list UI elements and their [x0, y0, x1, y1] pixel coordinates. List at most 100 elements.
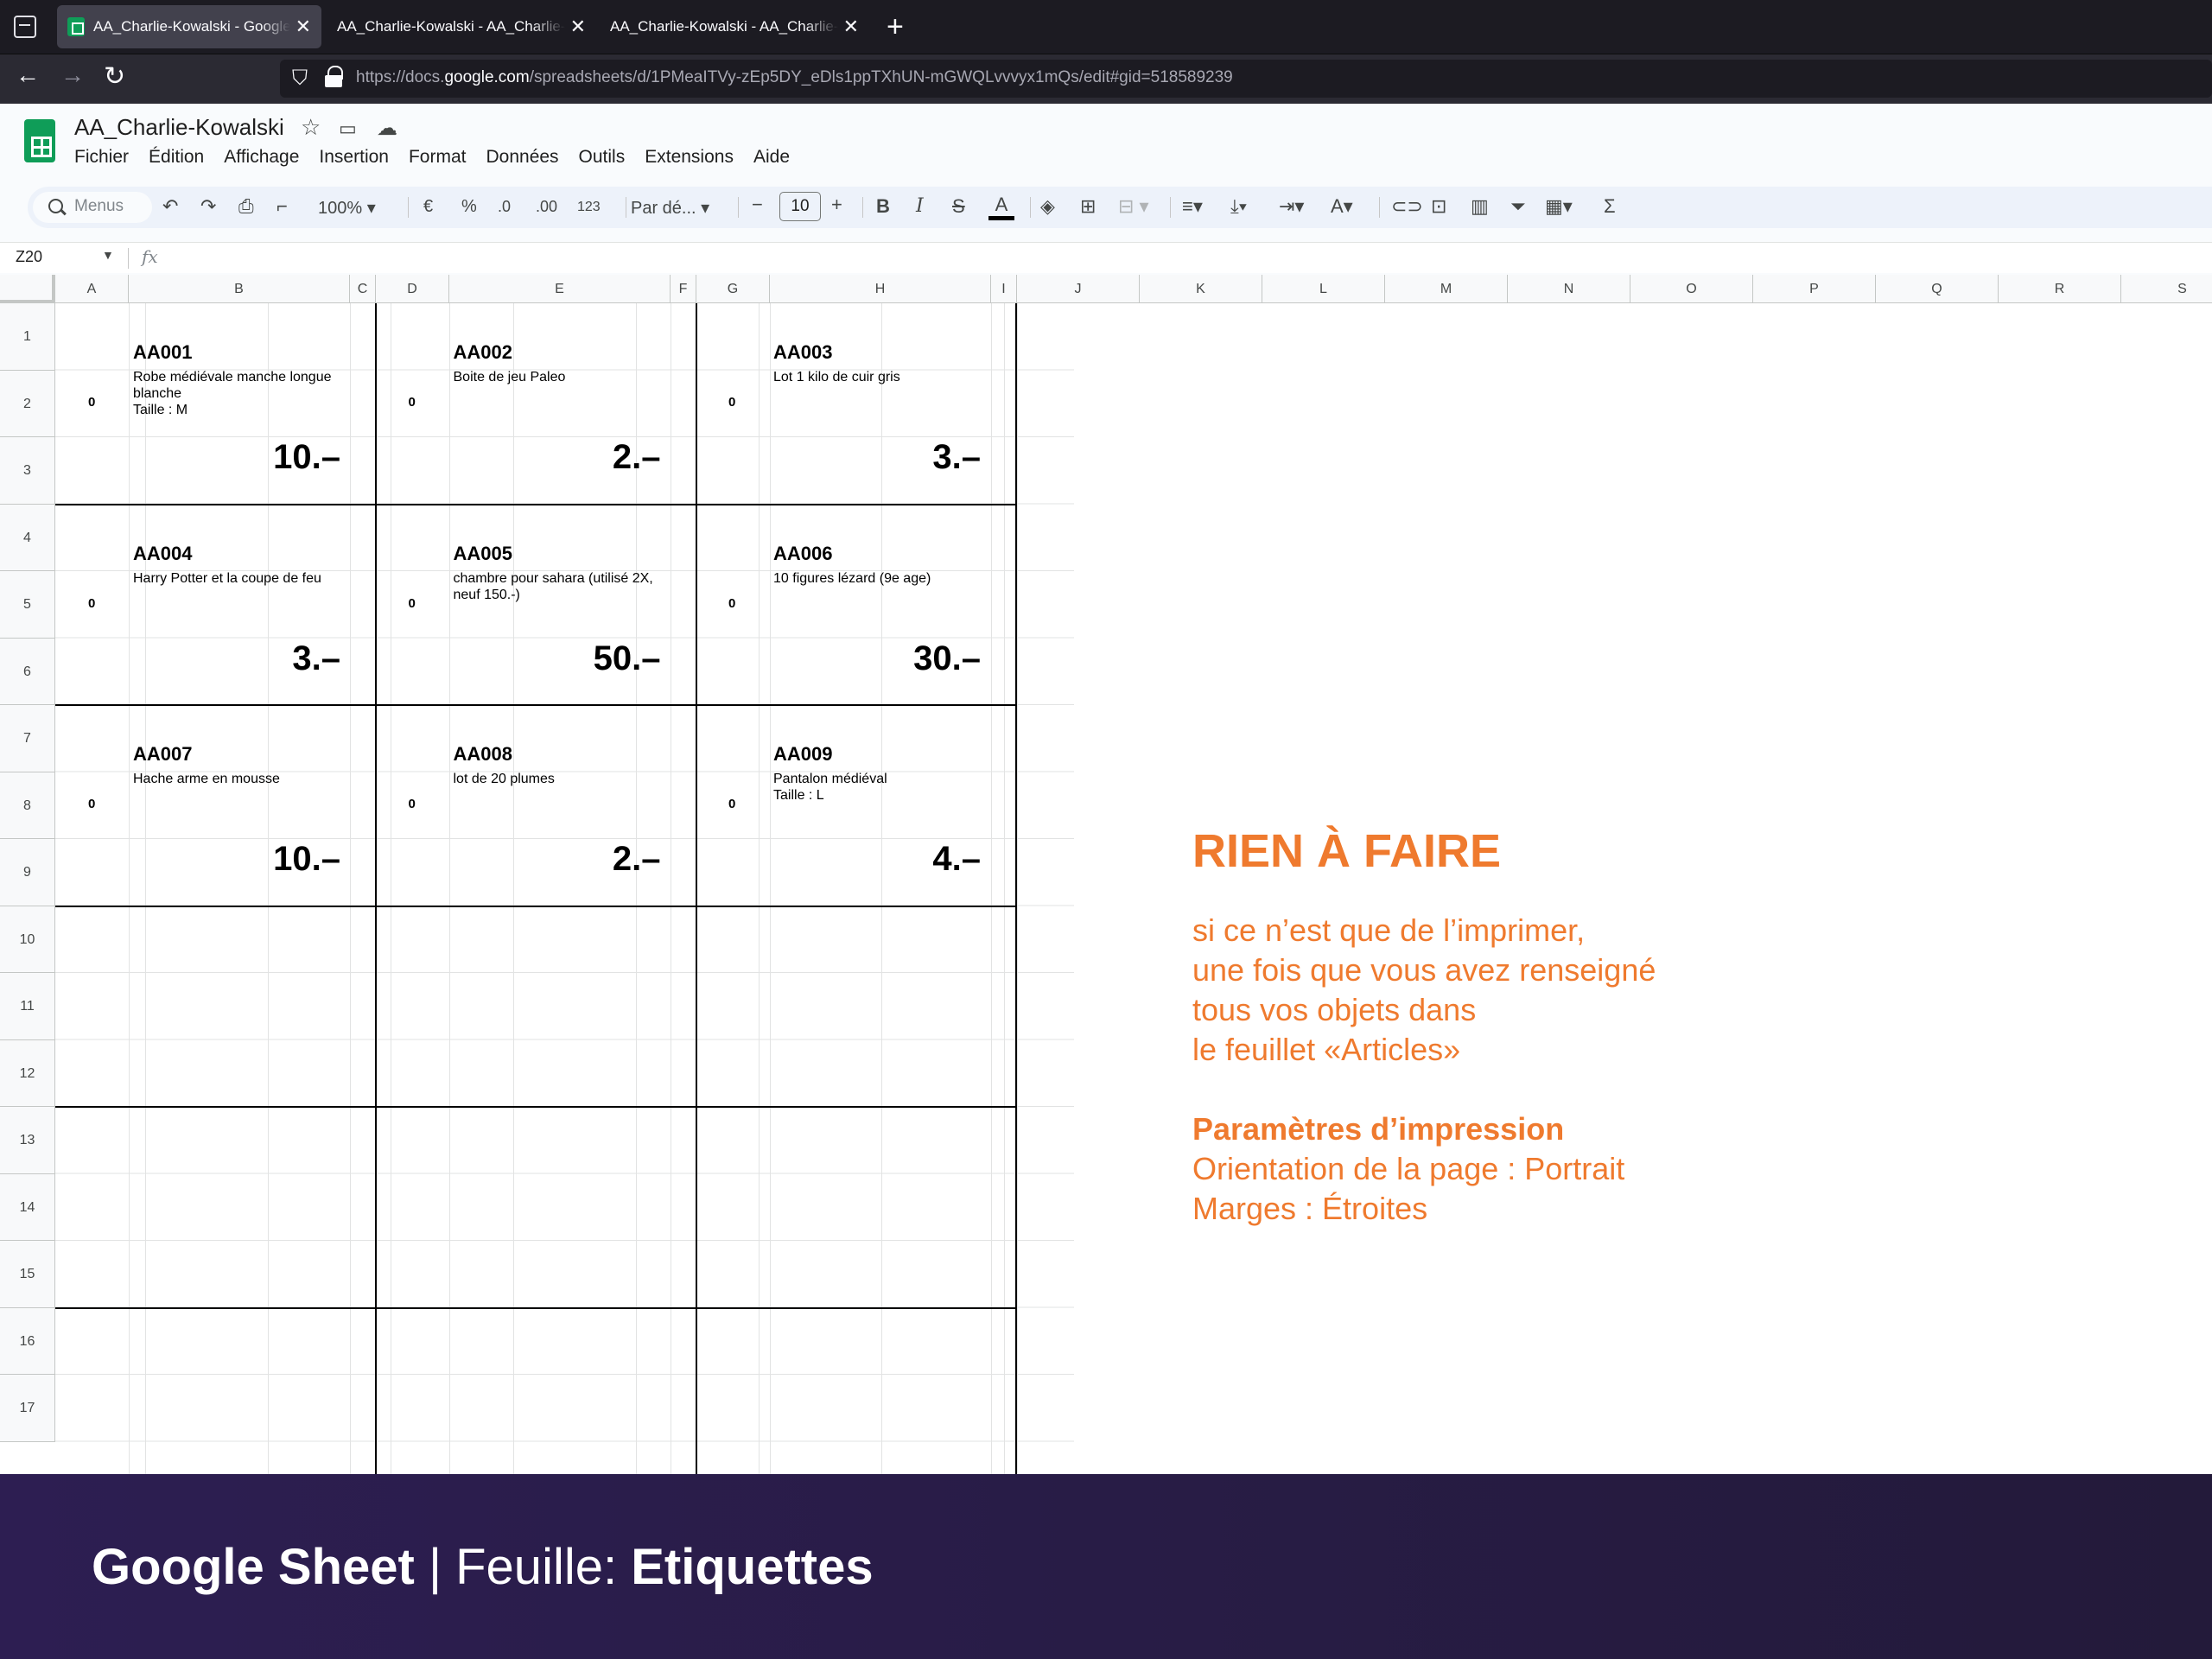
undo-icon[interactable]: ↶ [162, 195, 178, 218]
cloud-status-icon[interactable]: ☁ [377, 116, 397, 141]
column-header-s[interactable]: S [2121, 275, 2212, 303]
close-tab-icon[interactable]: ✕ [843, 17, 859, 36]
font-select[interactable]: Par dé... ▾ [631, 197, 709, 219]
paint-format-icon[interactable]: ⌐ [276, 195, 288, 218]
row-header-7[interactable]: 7 [0, 705, 54, 772]
row-header-5[interactable]: 5 [0, 571, 54, 639]
spreadsheet-grid[interactable]: ABCDEFGHIJKLMNOPQRS 1 2 3 4 5 6 7 8 9 10 11 12 13 14 1… [0, 275, 2212, 1474]
menu-outils[interactable]: Outils [579, 147, 626, 168]
shield-icon[interactable]: ⛉ [292, 67, 308, 91]
document-title[interactable]: AA_Charlie-Kowalski [74, 114, 284, 141]
label-card[interactable]: AA006 10 figures lézard (9e age) 0 30.– [696, 505, 1015, 705]
menu-edition[interactable]: Édition [149, 147, 204, 168]
horizontal-align-icon[interactable]: ≡▾ [1182, 195, 1203, 218]
row-header-13[interactable]: 13 [0, 1107, 54, 1174]
column-header-p[interactable]: P [1753, 275, 1876, 303]
currency-format-button[interactable]: € [423, 197, 433, 217]
star-icon[interactable]: ☆ [301, 114, 321, 141]
zoom-select[interactable]: 100% ▾ [318, 197, 376, 219]
functions-icon[interactable]: Σ [1604, 195, 1616, 218]
column-header-e[interactable]: E [449, 275, 671, 303]
label-card[interactable]: AA001 Robe médiévale manche longue blanch… [55, 303, 375, 504]
browser-tab-3[interactable]: AA_Charlie-Kowalski - AA_Charlie-Kowalsk… [600, 5, 869, 48]
row-header-15[interactable]: 15 [0, 1241, 54, 1308]
menu-insertion[interactable]: Insertion [319, 147, 389, 168]
column-header-m[interactable]: M [1385, 275, 1508, 303]
label-card[interactable]: AA002 Boite de jeu Paleo 0 2.– [376, 303, 696, 504]
column-header-d[interactable]: D [376, 275, 449, 303]
row-header-11[interactable]: 11 [0, 973, 54, 1040]
text-rotation-icon[interactable]: A▾ [1331, 195, 1353, 218]
filter-icon[interactable]: ⏷ [1510, 195, 1526, 218]
insert-comment-icon[interactable]: ⊡ [1431, 195, 1446, 218]
browser-tab-1[interactable]: AA_Charlie-Kowalski - Google Sheets ✕ [57, 5, 321, 48]
row-header-3[interactable]: 3 [0, 437, 54, 505]
move-folder-icon[interactable]: ▭ [339, 118, 357, 140]
decrease-font-size-button[interactable]: − [752, 194, 763, 216]
percent-format-button[interactable]: % [461, 197, 477, 217]
strikethrough-button[interactable]: S [952, 195, 965, 218]
new-tab-button[interactable]: + [887, 12, 904, 41]
font-size-input[interactable]: 10 [779, 192, 821, 221]
print-icon[interactable]: ⎙ [238, 195, 254, 218]
filter-views-icon[interactable]: ▦▾ [1545, 195, 1573, 218]
column-header-h[interactable]: H [770, 275, 991, 303]
fill-color-icon[interactable]: ◈ [1040, 195, 1055, 218]
row-header-10[interactable]: 10 [0, 906, 54, 973]
row-header-9[interactable]: 9 [0, 839, 54, 906]
column-header-l[interactable]: L [1262, 275, 1385, 303]
text-wrap-icon[interactable]: ⇥▾ [1279, 195, 1304, 218]
label-card[interactable]: AA004 Harry Potter et la coupe de feu 0 3.– [55, 505, 375, 705]
number-format-button[interactable]: 123 [577, 200, 601, 215]
row-header-17[interactable]: 17 [0, 1375, 54, 1442]
select-all-corner[interactable] [0, 275, 55, 303]
italic-button[interactable]: I [916, 195, 924, 217]
borders-icon[interactable]: ⊞ [1080, 195, 1096, 218]
increase-font-size-button[interactable]: + [831, 194, 842, 216]
vertical-align-icon[interactable]: ⤓▾ [1230, 195, 1247, 218]
lock-icon[interactable] [325, 66, 343, 88]
row-header-1[interactable]: 1 [0, 303, 54, 371]
column-header-o[interactable]: O [1630, 275, 1753, 303]
bold-button[interactable]: B [876, 195, 890, 218]
column-header-n[interactable]: N [1508, 275, 1630, 303]
decrease-decimal-button[interactable]: .0 [498, 198, 511, 216]
menu-aide[interactable]: Aide [753, 147, 790, 168]
column-header-g[interactable]: G [696, 275, 770, 303]
column-header-c[interactable]: C [350, 275, 376, 303]
row-header-4[interactable]: 4 [0, 505, 54, 571]
row-header-16[interactable]: 16 [0, 1308, 54, 1375]
increase-decimal-button[interactable]: .00 [536, 198, 557, 216]
reload-icon[interactable]: ↻ [104, 61, 125, 92]
label-card[interactable]: AA007 Hache arme en mousse 0 10.– [55, 705, 375, 906]
menus-search-input[interactable]: Menus [33, 192, 152, 223]
row-header-2[interactable]: 2 [0, 371, 54, 437]
column-header-q[interactable]: Q [1876, 275, 1999, 303]
browser-tab-2[interactable]: AA_Charlie-Kowalski - AA_Charlie-Kowalsk… [327, 5, 596, 48]
text-color-button[interactable]: A [988, 194, 1014, 221]
chevron-down-icon[interactable]: ▼ [102, 248, 114, 262]
name-box[interactable]: Z20 [16, 248, 42, 266]
label-card[interactable]: AA005 chambre pour sahara (utilisé 2X, ne… [376, 505, 696, 705]
column-header-j[interactable]: J [1017, 275, 1140, 303]
close-tab-icon[interactable]: ✕ [570, 17, 586, 36]
insert-chart-icon[interactable]: ▥ [1471, 195, 1489, 218]
menu-donnees[interactable]: Données [486, 147, 558, 168]
column-header-f[interactable]: F [671, 275, 696, 303]
label-card[interactable]: AA008 lot de 20 plumes 0 2.– [376, 705, 696, 906]
column-header-i[interactable]: I [991, 275, 1017, 303]
back-arrow-icon[interactable]: ← [16, 61, 40, 89]
url-text[interactable]: https://docs.google.com/spreadsheets/d/1… [356, 68, 1233, 87]
menu-fichier[interactable]: Fichier [74, 147, 129, 168]
menu-format[interactable]: Format [409, 147, 467, 168]
tab-manager-icon[interactable] [14, 16, 36, 38]
label-card[interactable]: AA009 Pantalon médiéval Taille : L 0 4.– [696, 705, 1015, 906]
row-header-8[interactable]: 8 [0, 772, 54, 839]
row-header-12[interactable]: 12 [0, 1040, 54, 1107]
insert-link-icon[interactable]: ⊂⊃ [1391, 195, 1423, 218]
row-header-14[interactable]: 14 [0, 1174, 54, 1241]
close-tab-icon[interactable]: ✕ [296, 17, 311, 36]
row-header-6[interactable]: 6 [0, 639, 54, 705]
redo-icon[interactable]: ↷ [200, 195, 216, 218]
column-header-r[interactable]: R [1999, 275, 2121, 303]
